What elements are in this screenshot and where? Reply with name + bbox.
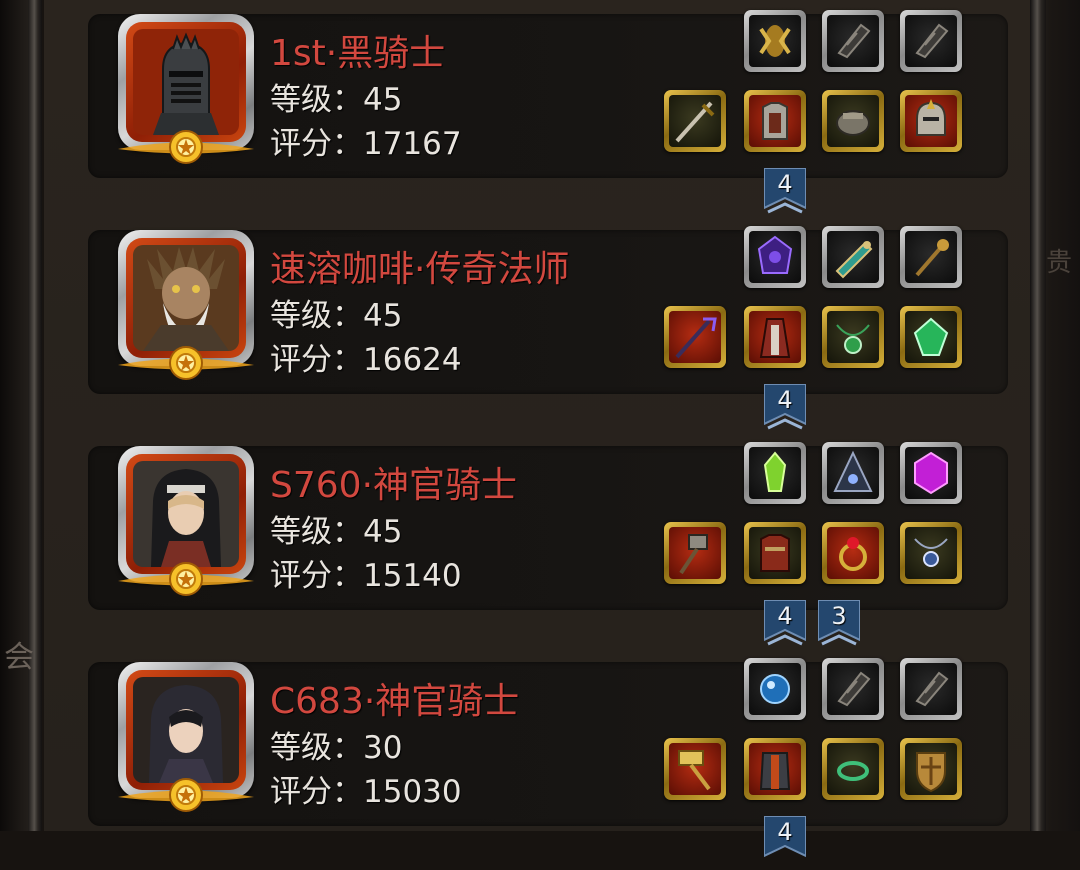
set-bonus-count: 4 bbox=[777, 602, 793, 630]
blue-orb-icon bbox=[760, 674, 790, 704]
relic-slot[interactable] bbox=[822, 226, 884, 288]
relic-slot[interactable] bbox=[744, 658, 806, 720]
equipment-slot[interactable] bbox=[822, 90, 884, 152]
bracer-icon bbox=[915, 671, 949, 707]
relic-slot[interactable] bbox=[900, 442, 962, 504]
player-avatar[interactable] bbox=[118, 14, 254, 164]
gauntlet-icon bbox=[836, 110, 870, 136]
set-bonus-count: 3 bbox=[831, 602, 847, 630]
player-score: 评分：17167 bbox=[270, 126, 462, 162]
set-bonus-tab[interactable]: 4 bbox=[763, 599, 807, 650]
equipment-slot[interactable] bbox=[822, 738, 884, 800]
armor-icon bbox=[762, 102, 788, 140]
emerald-amulet-icon bbox=[836, 324, 870, 354]
set-bonus-tab[interactable]: 4 bbox=[763, 815, 807, 866]
player-avatar[interactable] bbox=[118, 230, 254, 380]
bracer-icon bbox=[837, 671, 871, 707]
player-score: 评分：15140 bbox=[270, 558, 462, 594]
knight-helmet-portrait bbox=[133, 29, 239, 135]
player-name: 速溶咖啡·传奇法师 bbox=[270, 249, 570, 290]
right-side-label: 贵 bbox=[1046, 248, 1073, 278]
relic-slot[interactable] bbox=[822, 10, 884, 72]
player-avatar[interactable] bbox=[118, 662, 254, 812]
equipment-slot[interactable] bbox=[900, 738, 962, 800]
rank-medal-icon bbox=[118, 130, 254, 164]
bracer-icon bbox=[915, 23, 949, 59]
player-level: 等级：45 bbox=[270, 298, 403, 334]
mage-portrait bbox=[133, 245, 239, 351]
player-row-3[interactable]: S760·神官骑士 等级：45 评分：15140 bbox=[88, 442, 1008, 610]
veiled-priestess-portrait bbox=[133, 677, 239, 783]
relic-slot[interactable] bbox=[900, 658, 962, 720]
set-bonus-count: 4 bbox=[777, 818, 793, 846]
set-bonus-count: 4 bbox=[777, 170, 793, 198]
magenta-gem-icon bbox=[914, 451, 948, 495]
player-score: 评分：15030 bbox=[270, 774, 462, 810]
set-bonus-tab[interactable]: 4 bbox=[763, 167, 807, 218]
helmet-icon bbox=[916, 99, 946, 136]
left-frame-rail bbox=[28, 0, 42, 831]
relic-slot[interactable] bbox=[900, 10, 962, 72]
right-frame-rail bbox=[1030, 0, 1046, 831]
rank-medal-icon bbox=[118, 562, 254, 596]
equipment-slot[interactable] bbox=[744, 90, 806, 152]
priestess-portrait bbox=[133, 461, 239, 567]
relic-slot[interactable] bbox=[900, 226, 962, 288]
equipment-slot[interactable] bbox=[664, 738, 726, 800]
relic-slot[interactable] bbox=[744, 10, 806, 72]
staff-icon bbox=[675, 317, 717, 359]
scroll-icon bbox=[835, 241, 873, 279]
rank-medal-icon bbox=[118, 778, 254, 812]
player-score: 评分：16624 bbox=[270, 342, 462, 378]
golden-hammer-icon bbox=[678, 750, 711, 791]
equipment-slot[interactable] bbox=[744, 738, 806, 800]
tabard-armor-icon bbox=[759, 752, 791, 790]
green-crystal-icon bbox=[763, 451, 787, 492]
emerald-gem-icon bbox=[913, 317, 949, 356]
hammer-icon bbox=[679, 534, 708, 575]
scepter-icon bbox=[915, 239, 949, 277]
equipment-slot[interactable] bbox=[664, 90, 726, 152]
relic-slot[interactable] bbox=[744, 226, 806, 288]
equipment-slot[interactable] bbox=[744, 522, 806, 584]
relic-slot[interactable] bbox=[822, 658, 884, 720]
left-side-label: 会 bbox=[4, 640, 34, 675]
pendant-icon bbox=[914, 538, 948, 567]
set-bonus-tab[interactable]: 3 bbox=[817, 599, 861, 650]
equipment-slot[interactable] bbox=[822, 522, 884, 584]
equipment-slot[interactable] bbox=[664, 522, 726, 584]
player-row-4[interactable]: C683·神官骑士 等级：30 评分：15030 bbox=[88, 658, 1008, 826]
jade-ring-icon bbox=[837, 761, 869, 781]
sword-icon bbox=[675, 101, 715, 143]
ruby-ring-icon bbox=[839, 537, 867, 571]
player-level: 等级：45 bbox=[270, 514, 403, 550]
relic-slot[interactable] bbox=[822, 442, 884, 504]
purple-orb-icon bbox=[757, 235, 793, 274]
set-bonus-tab[interactable]: 4 bbox=[763, 383, 807, 434]
relic-slot[interactable] bbox=[744, 442, 806, 504]
equipment-slot[interactable] bbox=[664, 306, 726, 368]
rank-medal-icon bbox=[118, 346, 254, 380]
equipment-slot[interactable] bbox=[900, 90, 962, 152]
player-avatar[interactable] bbox=[118, 446, 254, 596]
shield-icon bbox=[916, 752, 946, 793]
player-row-1[interactable]: 1st·黑骑士 等级：45 评分：17167 bbox=[88, 10, 1008, 178]
bracer-icon bbox=[837, 23, 871, 59]
chest-armor-icon bbox=[760, 534, 790, 572]
robe-icon bbox=[759, 318, 791, 358]
player-name: S760·神官骑士 bbox=[270, 465, 518, 506]
player-level: 等级：30 bbox=[270, 730, 403, 766]
set-bonus-count: 4 bbox=[777, 386, 793, 414]
equipment-slot[interactable] bbox=[900, 306, 962, 368]
golden-shield-relic-icon bbox=[759, 25, 791, 57]
rune-tablet-icon bbox=[833, 450, 873, 492]
equipment-slot[interactable] bbox=[822, 306, 884, 368]
player-name: C683·神官骑士 bbox=[270, 681, 520, 722]
player-level: 等级：45 bbox=[270, 82, 403, 118]
equipment-slot[interactable] bbox=[900, 522, 962, 584]
player-name: 1st·黑骑士 bbox=[270, 33, 446, 74]
equipment-slot[interactable] bbox=[744, 306, 806, 368]
player-row-2[interactable]: 速溶咖啡·传奇法师 等级：45 评分：16624 bbox=[88, 226, 1008, 394]
